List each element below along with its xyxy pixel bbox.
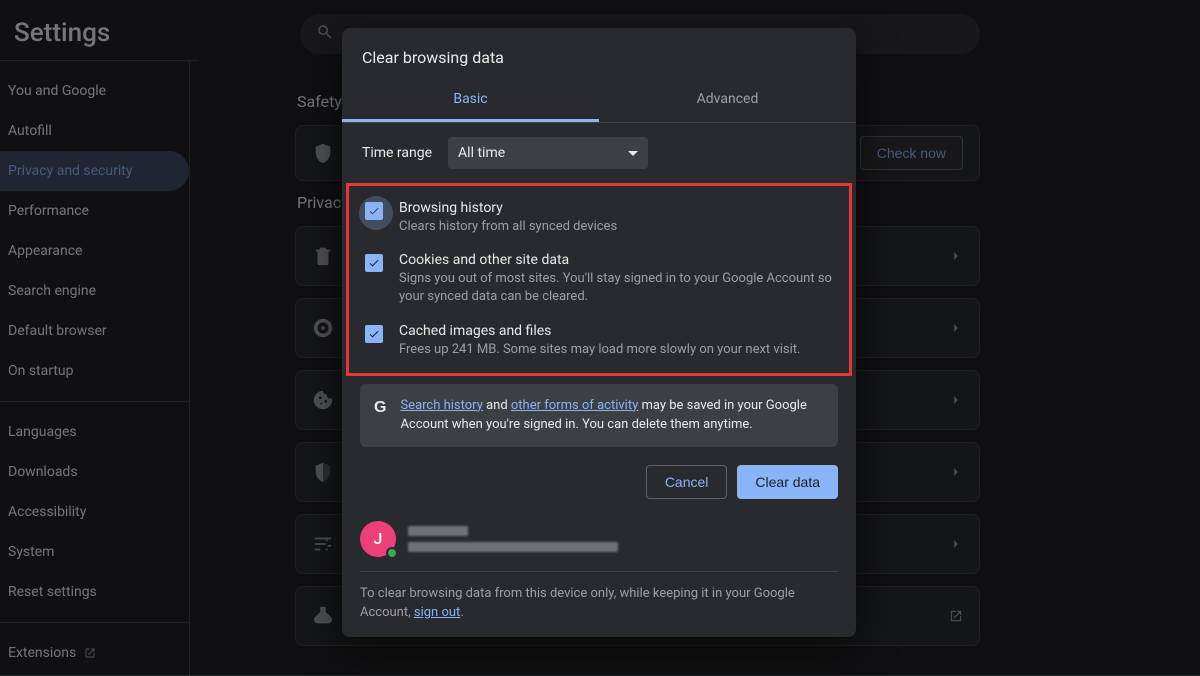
clear-item-title: Cached images and files [399,323,800,339]
clear-item-desc: Clears history from all synced devices [399,218,617,236]
time-range-value: All time [458,145,505,161]
avatar: J [360,521,396,557]
dialog-footer: To clear browsing data from this device … [360,571,838,623]
checkbox-cached-images-and-files[interactable] [365,325,383,343]
dialog-title: Clear browsing data [342,28,856,81]
footer-text-post: . [460,605,463,620]
clear-item-row: Browsing history Clears history from all … [359,192,843,244]
redacted-account-info [408,526,618,552]
google-account-info: G Search history and other forms of acti… [360,384,838,447]
other-activity-link[interactable]: other forms of activity [511,398,638,413]
clear-item-title: Cookies and other site data [399,252,833,268]
cancel-button[interactable]: Cancel [646,465,728,499]
time-range-label: Time range [362,145,432,161]
clear-item-desc: Signs you out of most sites. You'll stay… [399,270,833,306]
clear-item-row: Cached images and files Frees up 241 MB. … [359,315,843,367]
clear-item-row: Cookies and other site data Signs you out… [359,244,843,314]
checkbox-cookies-and-other-site-data[interactable] [365,254,383,272]
tab-basic[interactable]: Basic [342,81,599,122]
sign-out-link[interactable]: sign out [414,605,460,620]
tab-advanced[interactable]: Advanced [599,81,856,122]
account-row: J [342,513,856,571]
time-range-select[interactable]: All time [448,137,648,169]
ginfo-text-mid: and [483,398,511,413]
presence-dot-icon [386,547,398,559]
avatar-initial: J [374,529,383,548]
clear-item-desc: Frees up 241 MB. Some sites may load mor… [399,341,800,359]
clear-data-button[interactable]: Clear data [737,465,838,499]
google-g-icon: G [374,396,386,420]
chevron-down-icon [628,151,638,156]
search-history-link[interactable]: Search history [400,398,482,413]
clear-item-title: Browsing history [399,200,617,216]
clear-browsing-data-dialog: Clear browsing data Basic Advanced Time … [342,28,856,637]
dialog-tabs: Basic Advanced [342,81,856,123]
checkbox-browsing-history[interactable] [365,202,383,220]
highlight-box: Browsing history Clears history from all … [346,183,852,376]
